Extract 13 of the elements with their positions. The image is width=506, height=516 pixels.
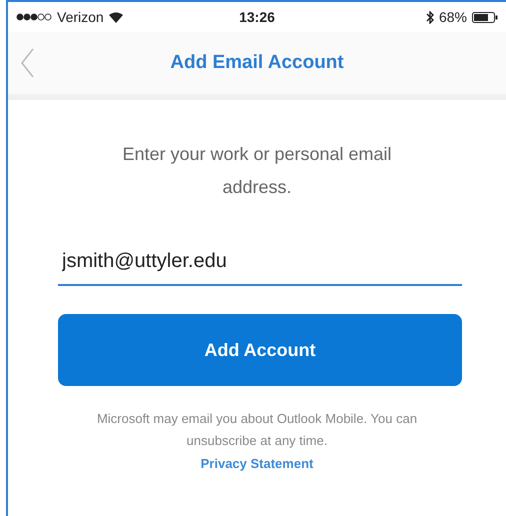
signal-icon: [16, 13, 52, 21]
carrier-name: Verizon: [57, 9, 104, 25]
instruction-text: Enter your work or personal email address.: [122, 143, 392, 199]
status-time: 13:26: [239, 9, 275, 25]
privacy-link[interactable]: Privacy Statement: [200, 456, 314, 471]
wifi-icon: [108, 12, 123, 22]
bluetooth-icon: [426, 10, 434, 24]
battery-percent: 68%: [438, 9, 467, 25]
disclaimer-text: Microsoft may email you about Outlook Mobile. You can unsubscribe at any time.: [96, 410, 418, 450]
battery-icon: [472, 12, 498, 22]
back-icon[interactable]: [20, 48, 34, 78]
add-account-button[interactable]: Add Account: [58, 314, 462, 386]
screen-title: Add Email Account: [170, 52, 344, 74]
